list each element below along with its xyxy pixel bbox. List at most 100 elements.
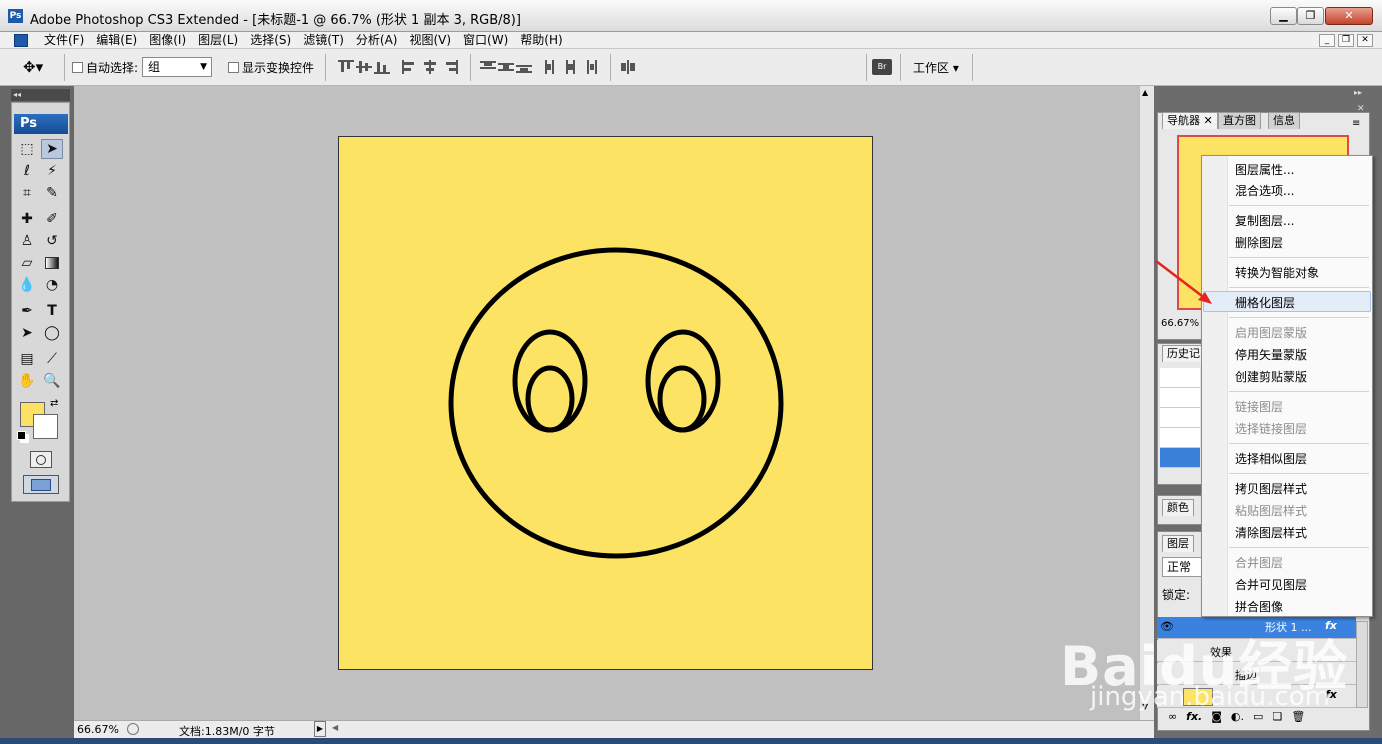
- menu-help[interactable]: 帮助(H): [514, 32, 568, 49]
- status-menu-arrow-icon[interactable]: ▶: [314, 721, 326, 737]
- history-list[interactable]: [1160, 368, 1200, 473]
- document-canvas[interactable]: [338, 136, 873, 670]
- menu-copy-layer-style[interactable]: 拷贝图层样式: [1235, 480, 1307, 497]
- align-bottom-icon[interactable]: [374, 60, 390, 74]
- distribute-bottom-icon[interactable]: [516, 60, 532, 74]
- workspace-menu[interactable]: 工作区 ▾: [913, 59, 959, 76]
- eyedropper-tool-icon[interactable]: ⟋: [41, 349, 63, 369]
- zoom-level[interactable]: 66.67%: [77, 723, 119, 736]
- distribute-right-icon[interactable]: [582, 60, 598, 74]
- move-tool-preset-icon[interactable]: ✥▾: [23, 58, 43, 76]
- menu-analysis[interactable]: 分析(A): [350, 32, 404, 49]
- layer-mask-icon[interactable]: ◙: [1211, 710, 1222, 726]
- menu-create-clipping-mask[interactable]: 创建剪贴蒙版: [1235, 368, 1307, 385]
- align-right-icon[interactable]: [442, 60, 458, 74]
- photoshop-logo[interactable]: Ps: [14, 114, 68, 134]
- scroll-left-icon[interactable]: ◀: [332, 723, 338, 732]
- layer-style-icon[interactable]: fx.: [1186, 710, 1202, 726]
- panel-menu-icon[interactable]: ≡: [1352, 118, 1360, 129]
- doc-restore-button[interactable]: ❐: [1338, 34, 1354, 47]
- screen-mode-icon[interactable]: [23, 475, 59, 494]
- align-left-icon[interactable]: [402, 60, 418, 74]
- menu-duplicate-layer[interactable]: 复制图层...: [1235, 212, 1294, 229]
- align-hcenter-icon[interactable]: [422, 60, 438, 74]
- blur-tool-icon[interactable]: 💧: [16, 275, 38, 295]
- close-button[interactable]: ✕: [1325, 7, 1373, 25]
- align-top-icon[interactable]: [338, 60, 354, 74]
- blend-mode-select[interactable]: 正常: [1162, 557, 1204, 577]
- healing-brush-tool-icon[interactable]: ✚: [16, 209, 38, 229]
- zoom-tool-icon[interactable]: 🔍: [41, 371, 63, 391]
- auto-select-checkbox[interactable]: [72, 62, 83, 73]
- minimize-button[interactable]: ▁: [1270, 7, 1297, 25]
- menu-filter[interactable]: 滤镜(T): [297, 32, 350, 49]
- swap-colors-icon[interactable]: ⇄: [50, 398, 58, 409]
- status-info-icon[interactable]: [127, 723, 139, 735]
- hand-tool-icon[interactable]: ✋: [16, 371, 38, 391]
- tab-navigator[interactable]: 导航器 ✕: [1162, 112, 1218, 129]
- dock-collapse-icon[interactable]: ▸▸: [1354, 88, 1362, 97]
- default-colors-icon[interactable]: [17, 431, 26, 440]
- menu-rasterize-layer[interactable]: 栅格化图层: [1235, 294, 1295, 311]
- new-layer-icon[interactable]: ❏: [1272, 710, 1282, 726]
- restore-button[interactable]: ❐: [1297, 7, 1324, 25]
- type-tool-icon[interactable]: T: [41, 301, 63, 321]
- marquee-tool-icon[interactable]: ⬚: [16, 139, 38, 159]
- tab-histogram[interactable]: 直方图: [1218, 112, 1261, 129]
- brush-tool-icon[interactable]: ✐: [41, 209, 63, 229]
- eraser-tool-icon[interactable]: ▱: [16, 253, 38, 273]
- menu-layer[interactable]: 图层(L): [192, 32, 244, 49]
- move-tool-icon[interactable]: ➤: [41, 139, 63, 159]
- distribute-left-icon[interactable]: [544, 60, 560, 74]
- photoshop-app-icon[interactable]: Ps: [8, 9, 23, 23]
- tab-color[interactable]: 颜色: [1162, 499, 1194, 516]
- distribute-vcenter-icon[interactable]: [498, 60, 514, 74]
- menu-clear-layer-style[interactable]: 清除图层样式: [1235, 524, 1307, 541]
- menu-convert-smart-object[interactable]: 转换为智能对象: [1235, 264, 1319, 281]
- history-brush-tool-icon[interactable]: ↺: [41, 231, 63, 251]
- menu-edit[interactable]: 编辑(E): [90, 32, 143, 49]
- menu-view[interactable]: 视图(V): [403, 32, 457, 49]
- tab-info[interactable]: 信息: [1268, 112, 1300, 129]
- navigator-zoom[interactable]: 66.67%: [1161, 318, 1199, 329]
- menu-image[interactable]: 图像(I): [143, 32, 192, 49]
- toolbox-collapse-bar[interactable]: ◂◂: [11, 89, 70, 101]
- layers-scrollbar[interactable]: [1356, 621, 1368, 708]
- notes-tool-icon[interactable]: ▤: [16, 349, 38, 369]
- document-icon[interactable]: [14, 34, 28, 47]
- crop-tool-icon[interactable]: ⌗: [16, 183, 38, 203]
- menu-blending-options[interactable]: 混合选项...: [1235, 182, 1294, 199]
- dodge-tool-icon[interactable]: ◔: [41, 275, 63, 295]
- menu-select[interactable]: 选择(S): [244, 32, 297, 49]
- menu-layer-properties[interactable]: 图层属性...: [1235, 161, 1294, 178]
- menu-window[interactable]: 窗口(W): [457, 32, 514, 49]
- menu-file[interactable]: 文件(F): [38, 32, 90, 49]
- doc-close-button[interactable]: ✕: [1357, 34, 1373, 47]
- show-transform-checkbox[interactable]: [228, 62, 239, 73]
- align-vcenter-icon[interactable]: [356, 60, 372, 74]
- bridge-icon[interactable]: Br: [872, 59, 892, 75]
- pen-tool-icon[interactable]: ✒: [16, 301, 38, 321]
- trash-icon[interactable]: 🗑: [1291, 710, 1305, 726]
- scroll-up-icon[interactable]: ▲: [1142, 88, 1148, 97]
- auto-select-dropdown[interactable]: 组 ▼: [142, 57, 212, 77]
- distribute-top-icon[interactable]: [480, 60, 496, 74]
- magic-wand-tool-icon[interactable]: ⚡: [41, 161, 63, 181]
- tab-history[interactable]: 历史记: [1162, 345, 1202, 362]
- ellipse-tool-icon[interactable]: ◯: [41, 323, 63, 343]
- tab-layers[interactable]: 图层: [1162, 535, 1194, 552]
- gradient-tool-icon[interactable]: [41, 253, 63, 273]
- menu-flatten-image[interactable]: 拼合图像: [1235, 598, 1283, 615]
- link-layers-icon[interactable]: ∞: [1168, 710, 1177, 726]
- auto-align-icon[interactable]: [620, 60, 636, 74]
- lasso-tool-icon[interactable]: ℓ: [16, 161, 38, 181]
- quick-mask-icon[interactable]: [30, 451, 52, 468]
- path-selection-tool-icon[interactable]: ➤: [16, 323, 38, 343]
- adjustment-layer-icon[interactable]: ◐.: [1231, 710, 1244, 726]
- slice-tool-icon[interactable]: ✎: [41, 183, 63, 203]
- menu-select-similar-layers[interactable]: 选择相似图层: [1235, 450, 1307, 467]
- distribute-hcenter-icon[interactable]: [563, 60, 579, 74]
- menu-disable-vector-mask[interactable]: 停用矢量蒙版: [1235, 346, 1307, 363]
- background-color-swatch[interactable]: [33, 414, 58, 439]
- clone-stamp-tool-icon[interactable]: ♙: [16, 231, 38, 251]
